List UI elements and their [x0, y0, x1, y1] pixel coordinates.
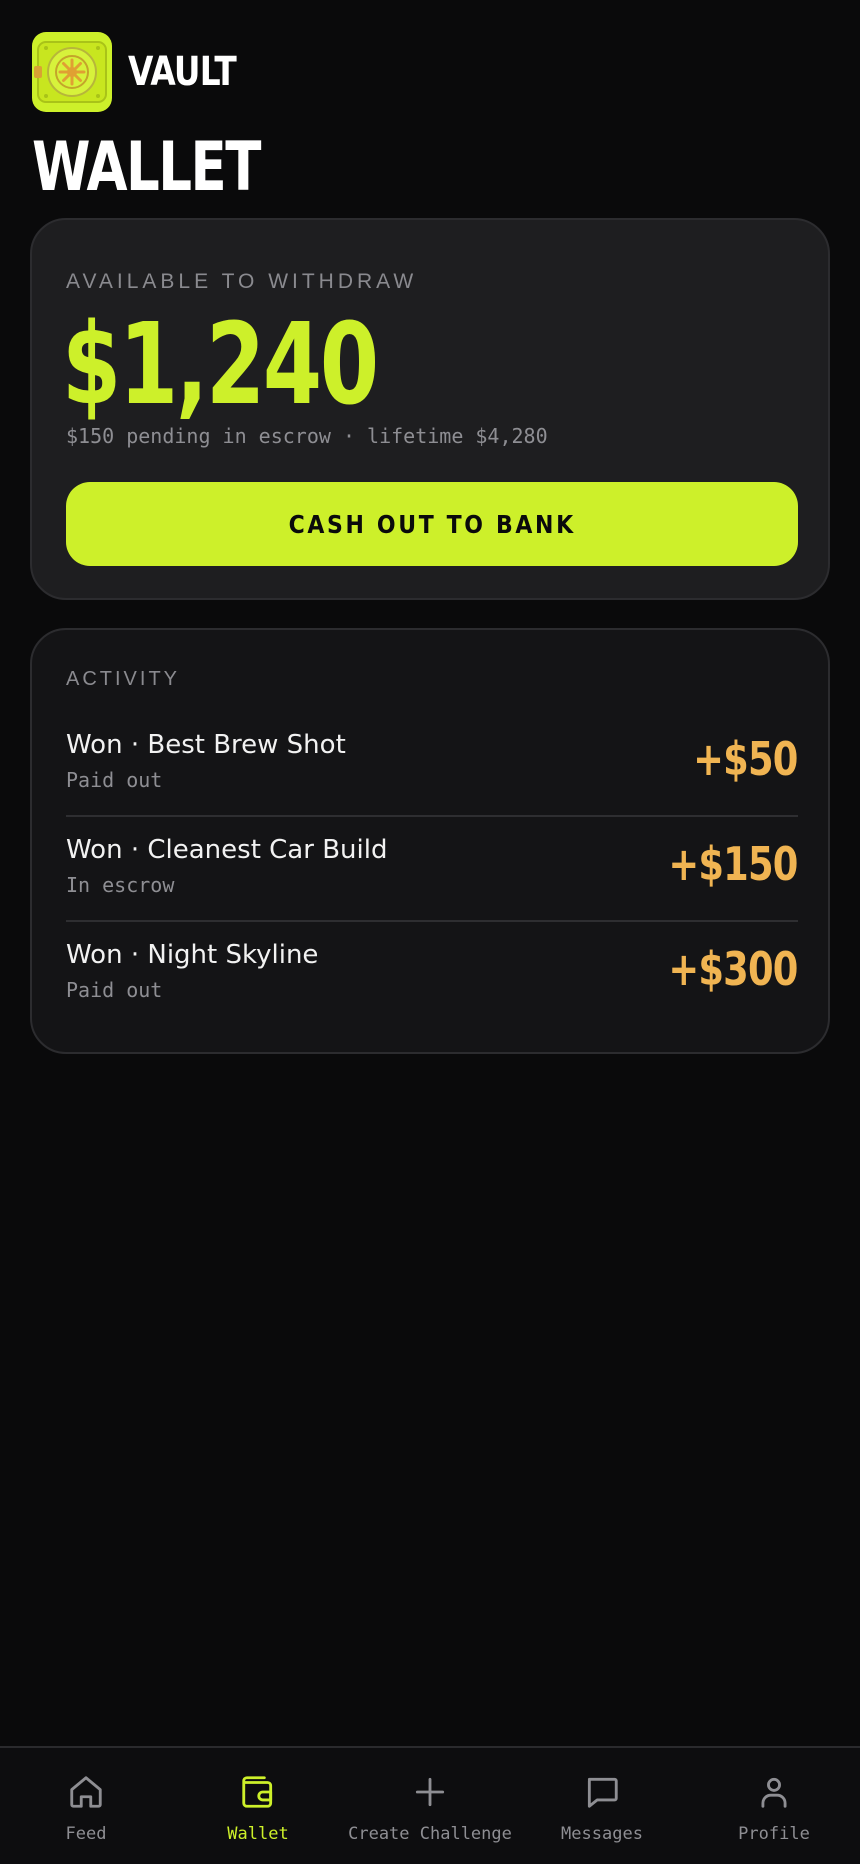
activity-item[interactable]: Won · Cleanest Car Build In escrow +$150	[66, 817, 799, 922]
cash-out-label: CASH OUT TO BANK	[288, 509, 576, 539]
nav-label-create-challenge: Create Challenge	[348, 1824, 512, 1844]
nav-label-messages: Messages	[561, 1824, 643, 1844]
nav-item-wallet[interactable]: Wallet	[172, 1748, 344, 1864]
wallet-icon	[238, 1772, 278, 1812]
activity-item-status: Paid out	[66, 978, 163, 1002]
activity-label: ACTIVITY	[66, 668, 181, 690]
activity-card: ACTIVITY Won · Best Brew Shot Paid out +…	[30, 628, 830, 1054]
plus-icon	[410, 1772, 450, 1812]
activity-item-amount: +$300	[668, 942, 799, 996]
brand-header: VAULT	[32, 32, 260, 112]
activity-item[interactable]: Won · Night Skyline Paid out +$300	[66, 922, 799, 1027]
balance-card: AVAILABLE TO WITHDRAW $1,240 $150 pendin…	[30, 218, 830, 600]
nav-item-messages[interactable]: Messages	[516, 1748, 688, 1864]
activity-item-status: In escrow	[66, 873, 175, 897]
nav-label-feed: Feed	[65, 1824, 107, 1844]
nav-item-feed[interactable]: Feed	[0, 1748, 172, 1864]
balance-subtext: $150 pending in escrow · lifetime $4,280	[66, 424, 548, 448]
page-title: WALLET	[32, 128, 261, 207]
vault-logo-icon	[32, 32, 112, 112]
activity-item-amount: +$50	[693, 732, 799, 786]
activity-list: Won · Best Brew Shot Paid out +$50 Won ·…	[66, 712, 799, 1027]
cash-out-button[interactable]: CASH OUT TO BANK	[66, 482, 798, 566]
nav-label-wallet: Wallet	[227, 1824, 289, 1844]
bottom-nav: Feed Wallet Create Challenge Messages Pr…	[0, 1746, 860, 1864]
activity-item-amount: +$150	[668, 837, 799, 891]
activity-item-title: Won · Best Brew Shot	[66, 730, 346, 760]
balance-label: AVAILABLE TO WITHDRAW	[66, 270, 418, 293]
user-icon	[754, 1772, 794, 1812]
home-icon	[66, 1772, 106, 1812]
wallet-screen: VAULT WALLET AVAILABLE TO WITHDRAW $1,24…	[0, 0, 860, 1864]
nav-label-profile: Profile	[738, 1824, 810, 1844]
activity-item-title: Won · Night Skyline	[66, 940, 319, 970]
nav-item-create-challenge[interactable]: Create Challenge	[344, 1748, 516, 1864]
activity-item-title: Won · Cleanest Car Build	[66, 835, 388, 865]
activity-item-status: Paid out	[66, 768, 163, 792]
nav-item-profile[interactable]: Profile	[688, 1748, 860, 1864]
chat-bubble-icon	[582, 1772, 622, 1812]
balance-amount: $1,240	[62, 300, 379, 430]
activity-item[interactable]: Won · Best Brew Shot Paid out +$50	[66, 712, 799, 817]
brand-name: VAULT	[128, 49, 237, 95]
